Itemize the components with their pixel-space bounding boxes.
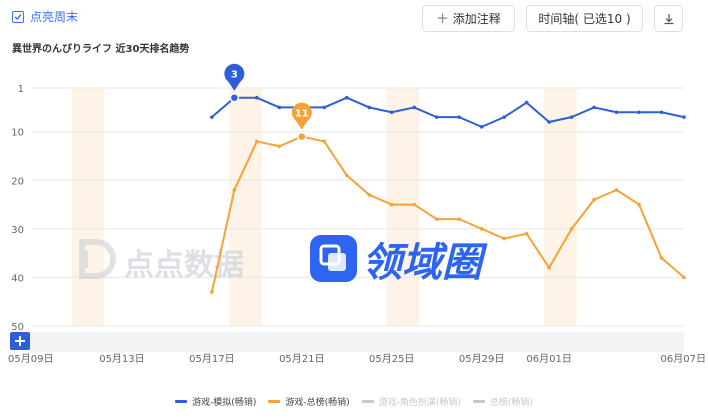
data-point — [659, 110, 664, 115]
rank-trend-chart: 1 10 20 30 40 50 点点数据 领域圈 3 11 05月09日 05月13日 05月… — [8, 63, 706, 365]
weekend-band — [71, 88, 105, 326]
legend-label: 总榜(畅销) — [489, 397, 533, 408]
data-point — [659, 256, 664, 260]
data-point — [569, 227, 574, 231]
lingyuquan-logo — [310, 235, 357, 282]
y-tick-label: 40 — [11, 273, 24, 284]
data-point — [210, 115, 214, 119]
data-point — [457, 217, 461, 221]
data-point — [502, 115, 506, 119]
marker-point — [297, 131, 307, 142]
data-point — [367, 105, 372, 110]
watermark: 点点数据 领域圈 — [79, 235, 488, 286]
legend-label: 游戏-角色扮演(畅销) — [378, 397, 461, 408]
rank-pin-label: 11 — [295, 109, 309, 120]
x-tick-label: 05月13日 — [99, 353, 144, 365]
chart-legend: 游戏-模拟(畅销) 游戏-总榜(畅销) 游戏-角色扮演(畅销) 总榜(畅销) — [0, 392, 708, 410]
legend-item[interactable]: 总榜(畅销) — [472, 392, 533, 410]
data-point — [502, 236, 506, 241]
watermark-text-left: 点点数据 — [124, 248, 244, 283]
data-point — [412, 105, 417, 110]
data-point — [479, 125, 484, 129]
data-point — [524, 100, 529, 105]
legend-item[interactable]: 游戏-模拟(畅销) — [175, 392, 256, 410]
data-point — [322, 105, 327, 110]
data-point — [592, 197, 596, 202]
data-point — [389, 110, 394, 115]
data-point — [547, 120, 551, 124]
data-point — [682, 275, 686, 280]
data-point — [569, 115, 574, 119]
legend-item[interactable]: 游戏-角色扮演(畅销) — [361, 392, 461, 410]
legend-swatch — [268, 399, 281, 403]
data-point — [277, 105, 282, 110]
data-point — [232, 188, 237, 192]
y-tick-label: 10 — [11, 128, 24, 139]
data-point — [367, 193, 372, 197]
data-point — [614, 188, 619, 192]
timeline-scrollbar[interactable] — [10, 332, 684, 352]
data-point — [277, 144, 282, 149]
data-point — [614, 110, 619, 115]
y-tick-label: 50 — [11, 322, 24, 333]
legend-swatch — [361, 399, 374, 403]
marker-point — [229, 92, 240, 103]
weekend-band — [386, 88, 420, 326]
y-tick-label: 1 — [18, 84, 24, 95]
data-point — [592, 105, 596, 110]
data-point — [457, 115, 461, 119]
legend-swatch — [472, 399, 485, 403]
data-point — [389, 202, 394, 207]
data-point — [412, 202, 417, 207]
legend-item[interactable]: 游戏-总榜(畅销) — [268, 392, 350, 410]
data-point — [255, 95, 259, 100]
x-tick-label: 05月25日 — [369, 353, 414, 365]
data-point — [524, 231, 529, 236]
data-point — [322, 139, 327, 144]
data-point — [255, 139, 259, 144]
rank-pin-label: 3 — [231, 70, 238, 81]
data-point — [344, 173, 349, 178]
data-point — [479, 227, 484, 231]
y-tick-label: 20 — [11, 176, 24, 187]
weekend-band — [229, 88, 262, 326]
y-tick-label: 30 — [11, 225, 24, 236]
x-tick-label: 05月29日 — [459, 353, 504, 365]
data-point — [637, 202, 641, 207]
x-tick-label: 06月07日 — [661, 353, 706, 365]
x-tick-label: 05月17日 — [189, 353, 234, 365]
legend-swatch — [175, 399, 188, 403]
legend-label: 游戏-模拟(畅销) — [192, 397, 257, 408]
watermark-text-right: 领域圈 — [362, 240, 488, 286]
data-point — [637, 110, 641, 115]
data-point — [434, 115, 439, 119]
data-point — [344, 95, 349, 100]
data-point — [682, 115, 686, 119]
x-tick-label: 06月01日 — [526, 353, 571, 365]
series-line — [211, 96, 685, 128]
legend-label: 游戏-总榜(畅销) — [285, 397, 350, 408]
data-point — [547, 265, 551, 270]
x-tick-label: 05月21日 — [279, 353, 324, 365]
data-point — [210, 290, 214, 294]
x-tick-label: 05月09日 — [8, 353, 53, 365]
data-point — [434, 217, 439, 221]
